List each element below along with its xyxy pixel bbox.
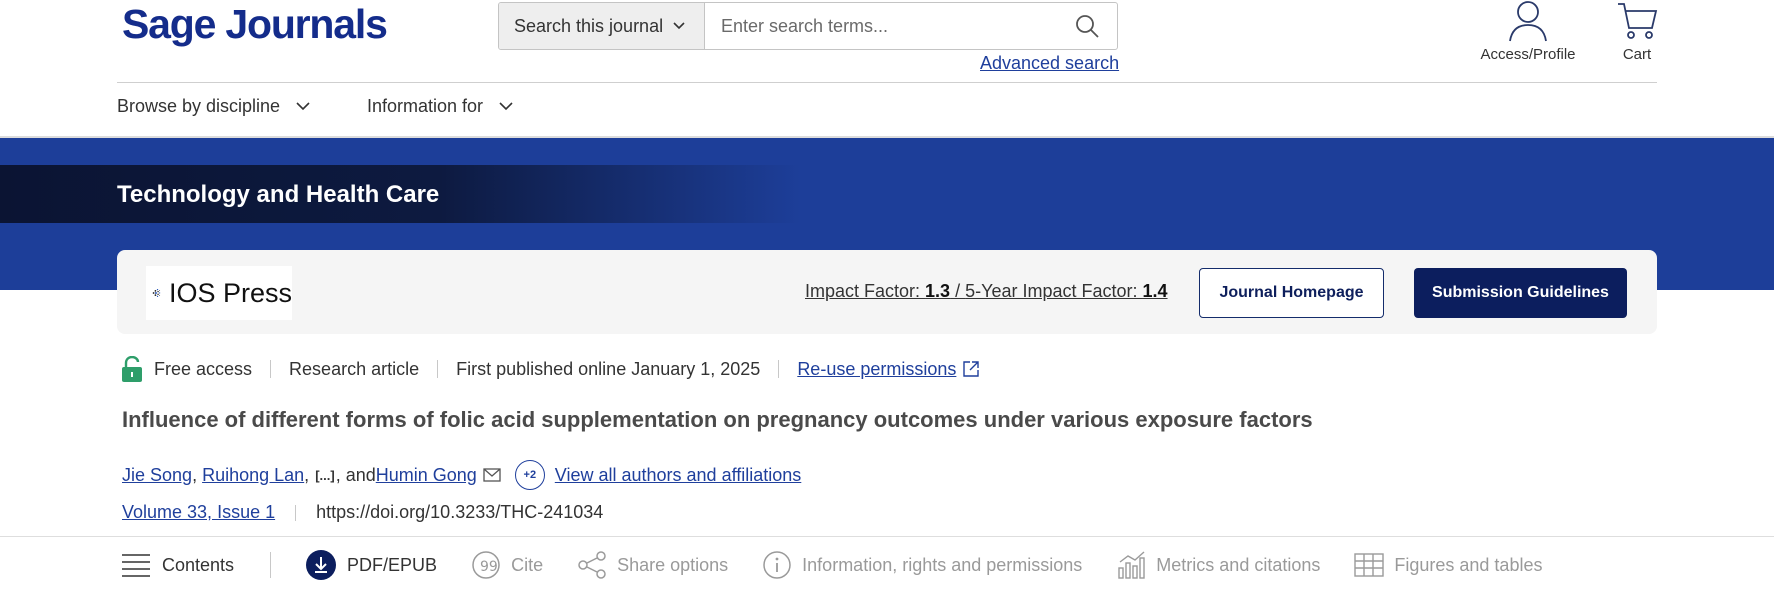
mail-icon[interactable] xyxy=(483,468,501,482)
chevron-down-icon xyxy=(499,102,513,111)
volume-doi-row: Volume 33, Issue 1 https://doi.org/10.32… xyxy=(122,502,603,523)
article-title: Influence of different forms of folic ac… xyxy=(122,407,1313,432)
nav-browse-by-discipline[interactable]: Browse by discipline xyxy=(117,96,310,117)
contents-label: Contents xyxy=(162,554,235,575)
share-options-label: Share options xyxy=(617,554,729,575)
reuse-permissions-link[interactable]: Re-use permissions xyxy=(797,359,956,380)
separator xyxy=(437,360,439,378)
article-type: Research article xyxy=(289,358,420,379)
toolbar-divider xyxy=(0,536,1774,537)
share-icon xyxy=(578,551,606,579)
nav-label: Information for xyxy=(367,96,484,116)
cart-button[interactable]: Cart xyxy=(1612,0,1662,63)
open-lock-icon xyxy=(122,356,142,382)
and-text: , and xyxy=(335,464,376,485)
publisher-logo[interactable]: IOS Press xyxy=(146,266,292,320)
search-scope-dropdown[interactable]: Search this journal xyxy=(499,3,705,49)
five-year-impact-label: 5-Year Impact Factor: xyxy=(965,281,1143,301)
cite-button[interactable]: 99 Cite xyxy=(471,550,543,580)
doi-text[interactable]: https://doi.org/10.3233/THC-241034 xyxy=(316,502,603,523)
search-bar: Search this journal xyxy=(498,2,1118,50)
download-icon xyxy=(306,550,337,580)
information-rights-label: Information, rights and permissions xyxy=(802,554,1083,575)
user-icon xyxy=(1509,1,1547,42)
author-link[interactable]: Jie Song xyxy=(122,465,192,486)
journal-name[interactable]: Technology and Health Care xyxy=(117,181,439,209)
article-meta-row: Free access Research article First publi… xyxy=(122,356,980,382)
view-all-authors-link[interactable]: View all authors and affiliations xyxy=(555,465,802,486)
volume-issue-link[interactable]: Volume 33, Issue 1 xyxy=(122,502,275,523)
separator xyxy=(778,360,780,378)
search-icon xyxy=(1076,15,1099,38)
publication-date: First published online January 1, 2025 xyxy=(456,358,761,379)
share-options-button[interactable]: Share options xyxy=(577,550,728,580)
impact-factor-label: Impact Factor: xyxy=(805,281,926,301)
sage-journals-logo[interactable]: Sage Journals xyxy=(122,2,388,46)
comma: , xyxy=(192,464,203,485)
access-profile-label: Access/Profile xyxy=(1480,46,1576,63)
search-button[interactable] xyxy=(1057,3,1117,49)
info-icon xyxy=(763,551,791,579)
figures-tables-label: Figures and tables xyxy=(1394,554,1543,575)
journal-homepage-button[interactable]: Journal Homepage xyxy=(1199,268,1384,318)
author-link[interactable]: Humin Gong xyxy=(376,465,477,486)
authors-ellipsis[interactable]: [...] xyxy=(315,468,335,483)
advanced-search-link[interactable]: Advanced search xyxy=(980,53,1119,74)
five-year-impact-value: 1.4 xyxy=(1142,281,1168,301)
information-rights-button[interactable]: Information, rights and permissions xyxy=(762,550,1082,580)
table-icon xyxy=(1354,553,1385,577)
access-profile-button[interactable]: Access/Profile xyxy=(1478,0,1578,63)
comma: , xyxy=(304,464,315,485)
access-status: Free access xyxy=(154,358,253,379)
toolbar-separator xyxy=(270,552,272,578)
contents-button[interactable]: Contents xyxy=(120,552,234,578)
figures-tables-button[interactable]: Figures and tables xyxy=(1354,552,1542,578)
article-toolbar: Contents PDF/EPUB 99 Cite Share options … xyxy=(120,545,1542,585)
pdf-epub-label: PDF/EPUB xyxy=(347,554,438,575)
cart-icon xyxy=(1618,3,1658,39)
nav-information-for[interactable]: Information for xyxy=(367,96,513,117)
author-link[interactable]: Ruihong Lan xyxy=(202,465,304,486)
more-authors-badge[interactable]: +2 xyxy=(514,460,545,490)
chevron-down-icon xyxy=(673,22,685,30)
header-divider xyxy=(117,82,1657,83)
metrics-citations-label: Metrics and citations xyxy=(1156,554,1321,575)
impact-factor[interactable]: Impact Factor: 1.3 / 5-Year Impact Facto… xyxy=(805,281,1168,302)
search-input[interactable] xyxy=(705,3,1057,49)
cart-label: Cart xyxy=(1622,46,1652,63)
bar-chart-icon xyxy=(1118,551,1145,579)
author-list: Jie Song, Ruihong Lan, [...], and Humin … xyxy=(122,460,801,490)
ios-press-dots-icon xyxy=(152,288,161,298)
cite-label: Cite xyxy=(511,554,544,575)
separator xyxy=(295,504,297,521)
chevron-down-icon xyxy=(296,102,310,111)
quote-icon: 99 xyxy=(472,551,500,579)
external-link-icon xyxy=(963,361,980,377)
nav-label: Browse by discipline xyxy=(117,96,281,116)
submission-guidelines-button[interactable]: Submission Guidelines xyxy=(1414,268,1627,318)
separator xyxy=(270,360,272,378)
svg-text:99: 99 xyxy=(480,559,498,575)
list-icon xyxy=(122,554,150,577)
metrics-citations-button[interactable]: Metrics and citations xyxy=(1116,550,1320,580)
search-scope-label: Search this journal xyxy=(514,15,664,36)
impact-separator: / xyxy=(950,281,966,301)
publisher-logo-text: IOS Press xyxy=(168,277,292,308)
pdf-epub-button[interactable]: PDF/EPUB xyxy=(305,549,437,581)
impact-factor-value: 1.3 xyxy=(925,281,951,301)
